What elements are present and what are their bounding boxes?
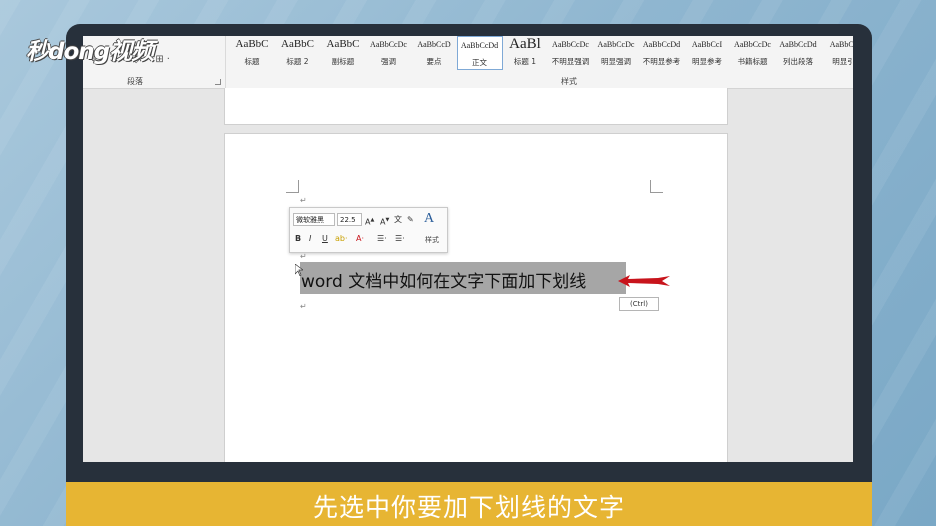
italic-button[interactable]: I — [309, 233, 311, 245]
style-sample: AaBbCcDd — [779, 40, 817, 49]
phonetic-guide-icon[interactable]: 文 — [394, 214, 402, 226]
style-name: 标题 1 — [513, 57, 537, 66]
numbering-icon[interactable]: ☰· — [395, 233, 405, 245]
document-page[interactable]: ↵ ↵ ↵ 微软雅黑 22.5 A▲ A▼ 文 ✎ A B I U ab· A·… — [224, 133, 728, 462]
style-sample: AaBbCcDd — [460, 41, 499, 50]
style-gallery-item[interactable]: AaBbC 副标题 — [320, 36, 366, 70]
style-sample: AaBbCc — [829, 40, 853, 49]
logo: 秒dong视频 — [26, 39, 154, 65]
shrink-font-icon[interactable]: A▼ — [380, 214, 389, 229]
style-name: 明显引 — [832, 57, 853, 66]
previous-page — [224, 88, 728, 125]
style-sample: AaBl — [509, 36, 541, 52]
style-name: 不明显强调 — [551, 57, 590, 66]
word-window: ≡ ↕· ◇· ⊞· 段落 AaBbC 标题 AaBbC 标题 2 AaBbC 副标题 Aa… — [83, 36, 853, 462]
font-name-select[interactable]: 微软雅黑 — [293, 213, 335, 226]
highlight-icon[interactable]: ab· — [335, 233, 348, 245]
styles-gallery: AaBbC 标题 AaBbC 标题 2 AaBbC 副标题 AaBbCcDc 强调 AaBbCc… — [229, 36, 853, 72]
styles-group-label: 样式 — [561, 77, 577, 86]
bullets-icon[interactable]: ☰· — [377, 233, 387, 245]
style-gallery-item[interactable]: AaBbCcDd 正文 — [456, 36, 503, 70]
selected-text[interactable]: word 文档中如何在文字下面加下划线 — [301, 267, 586, 292]
style-name: 明显强调 — [601, 57, 631, 66]
style-name: 要点 — [426, 57, 442, 66]
style-name: 强调 — [381, 57, 396, 66]
underline-button[interactable]: U — [322, 233, 328, 245]
style-sample: AaBbCcDc — [552, 40, 589, 49]
style-sample: AaBbC — [281, 38, 314, 50]
format-painter-icon[interactable]: ✎ — [407, 214, 414, 226]
style-name: 标题 — [244, 57, 260, 66]
font-size-select[interactable]: 22.5 — [337, 213, 362, 226]
style-sample: AaBbCcD — [417, 40, 451, 49]
style-name: 不明显参考 — [642, 57, 681, 66]
style-sample: AaBbCcDc — [597, 40, 635, 49]
style-gallery-item[interactable]: AaBbCcD 要点 — [411, 36, 457, 70]
style-sample: AaBbC — [326, 38, 360, 50]
style-name: 明显参考 — [692, 57, 722, 66]
paragraph-mark: ↵ — [300, 196, 307, 205]
grow-font-icon[interactable]: A▲ — [365, 214, 374, 229]
style-sample: AaBbC — [235, 38, 269, 50]
paragraph-mark: ↵ — [300, 252, 307, 261]
style-gallery-item[interactable]: AaBbCcDc 明显强调 — [593, 36, 639, 70]
style-name: 书籍标题 — [737, 57, 768, 66]
subtitle-bar: 先选中你要加下划线的文字 — [66, 482, 872, 526]
margin-corner-top-left — [286, 180, 299, 193]
style-gallery-item[interactable]: AaBbCc 明显引 — [821, 36, 853, 70]
style-gallery-item[interactable]: AaBbCcDc 不明显强调 — [548, 36, 594, 70]
styles-icon[interactable]: A — [424, 211, 434, 227]
style-gallery-item[interactable]: AaBbCcDc 强调 — [366, 36, 412, 70]
paste-options-button[interactable]: (Ctrl) — [619, 297, 659, 311]
subtitle-text: 先选中你要加下划线的文字 — [312, 493, 625, 522]
style-sample: AaBbCcDc — [370, 40, 407, 49]
paragraph-dialog-launcher-icon[interactable] — [215, 79, 221, 85]
bold-button[interactable]: B — [295, 233, 301, 245]
style-name: 正文 — [472, 58, 487, 67]
style-gallery-item[interactable]: AaBbCcDd 列出段落 — [775, 36, 821, 70]
paragraph-mark: ↵ — [300, 302, 307, 311]
mouse-cursor-icon — [295, 264, 303, 276]
style-sample: AaBbCcDd — [642, 40, 681, 49]
style-name: 列出段落 — [783, 57, 813, 66]
style-gallery-item[interactable]: AaBbCcI 明显参考 — [684, 36, 730, 70]
style-gallery-item[interactable]: AaBbCcDc 书籍标题 — [730, 36, 776, 70]
style-gallery-item[interactable]: AaBl 标题 1 — [502, 36, 548, 70]
style-sample: AaBbCcDc — [734, 40, 771, 49]
red-arrow-icon — [618, 275, 670, 287]
style-name: 标题 2 — [286, 57, 309, 66]
style-sample: AaBbCcI — [691, 40, 723, 49]
margin-corner-top-right — [650, 180, 663, 193]
styles-button-label: 样式 — [425, 236, 439, 244]
style-gallery-item[interactable]: AaBbC 标题 2 — [275, 36, 321, 70]
mini-toolbar: 微软雅黑 22.5 A▲ A▼ 文 ✎ A B I U ab· A· ☰· ☰·… — [289, 207, 448, 253]
style-gallery-item[interactable]: AaBbC 标题 — [229, 36, 275, 70]
style-gallery-item[interactable]: AaBbCcDd 不明显参考 — [639, 36, 685, 70]
font-color-icon[interactable]: A· — [356, 233, 364, 245]
ribbon: ≡ ↕· ◇· ⊞· 段落 AaBbC 标题 AaBbC 标题 2 AaBbC 副标题 Aa… — [83, 36, 853, 89]
paragraph-group-label: 段落 — [127, 77, 143, 86]
style-name: 副标题 — [331, 57, 355, 66]
